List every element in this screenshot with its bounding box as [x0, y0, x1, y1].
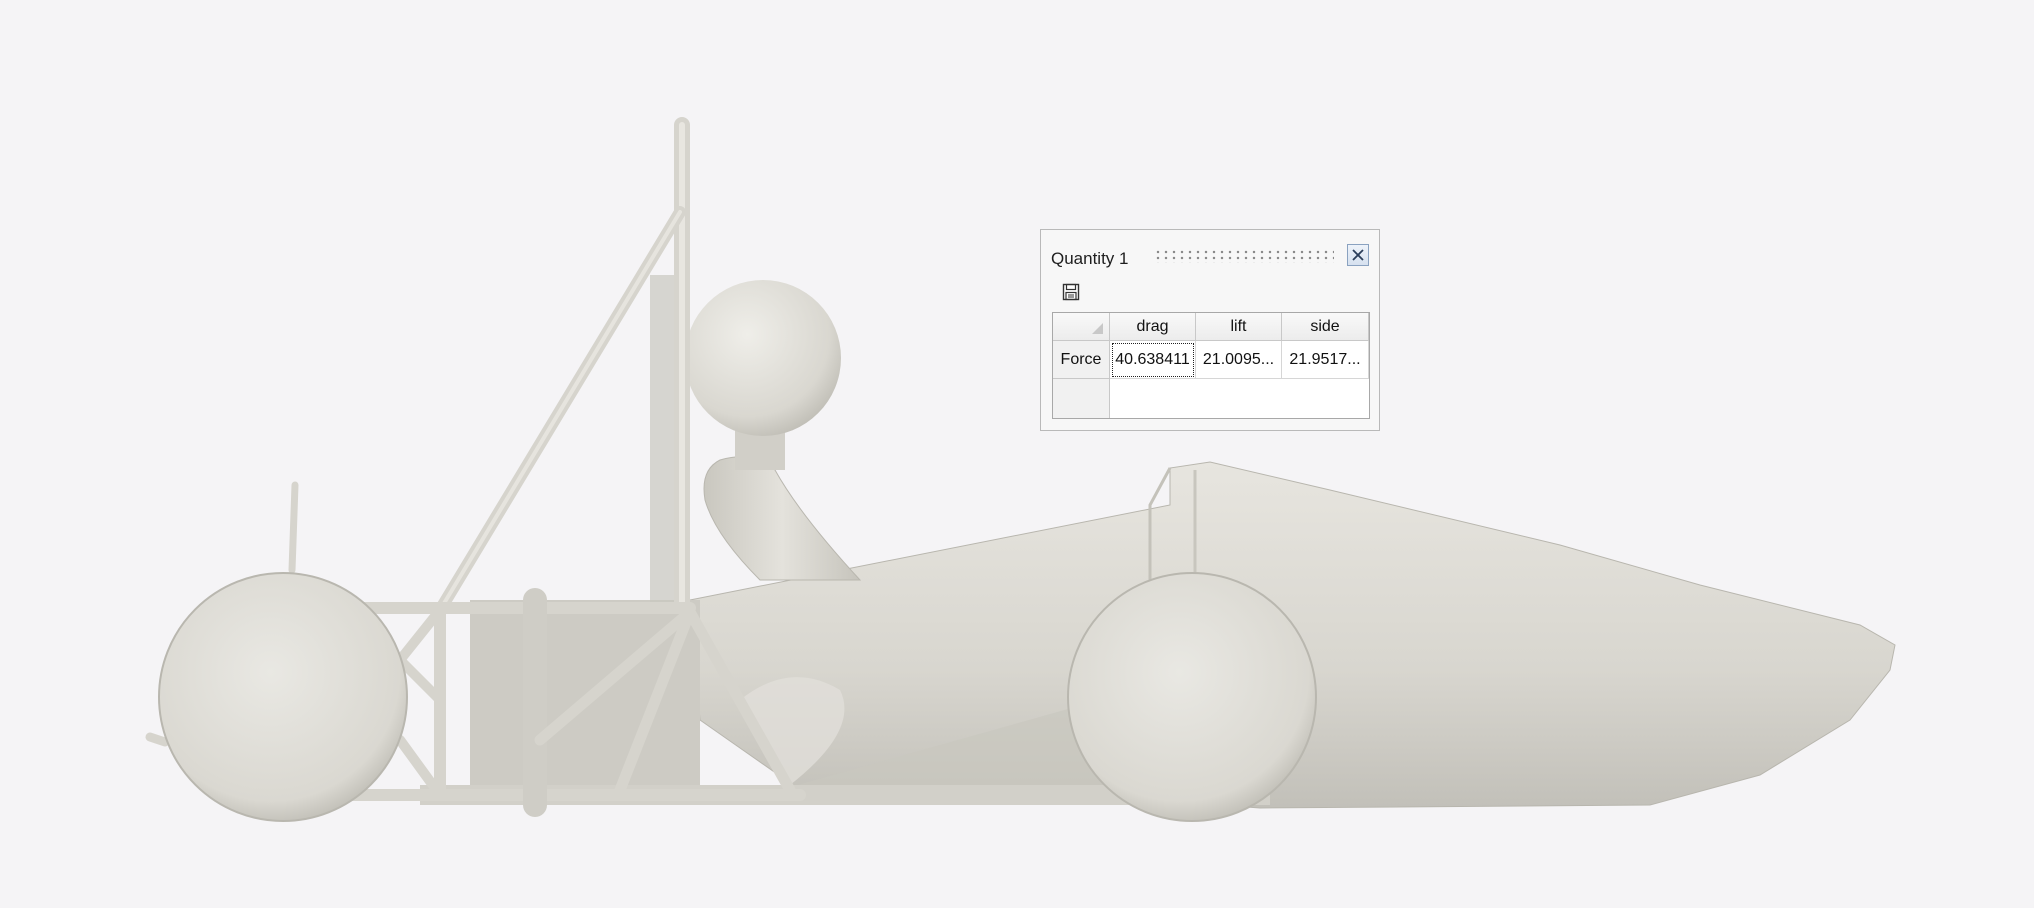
- close-icon[interactable]: [1347, 244, 1369, 266]
- cell-force-drag[interactable]: 40.638411: [1110, 341, 1196, 379]
- front-wheel: [158, 572, 408, 822]
- drag-handle[interactable]: [1154, 249, 1334, 263]
- table-corner[interactable]: [1053, 313, 1110, 341]
- column-header-drag[interactable]: drag: [1110, 313, 1196, 341]
- row-header-force[interactable]: Force: [1053, 341, 1110, 379]
- cell-force-side[interactable]: 21.9517...: [1282, 341, 1369, 379]
- panel-title: Quantity 1: [1051, 249, 1129, 268]
- results-table[interactable]: drag lift side Force 40.638411 21.0095..…: [1052, 312, 1370, 419]
- rear-wheel: [1067, 572, 1317, 822]
- save-icon[interactable]: [1061, 282, 1081, 302]
- quantity-panel[interactable]: Quantity 1 drag lift side Force 40.63841…: [1040, 229, 1380, 431]
- cell-force-lift[interactable]: 21.0095...: [1196, 341, 1282, 379]
- race-car-model[interactable]: [0, 0, 2034, 908]
- 3d-viewport[interactable]: Quantity 1 drag lift side Force 40.63841…: [0, 0, 2034, 908]
- column-header-side[interactable]: side: [1282, 313, 1369, 341]
- row-header-empty: [1053, 379, 1110, 418]
- column-header-lift[interactable]: lift: [1196, 313, 1282, 341]
